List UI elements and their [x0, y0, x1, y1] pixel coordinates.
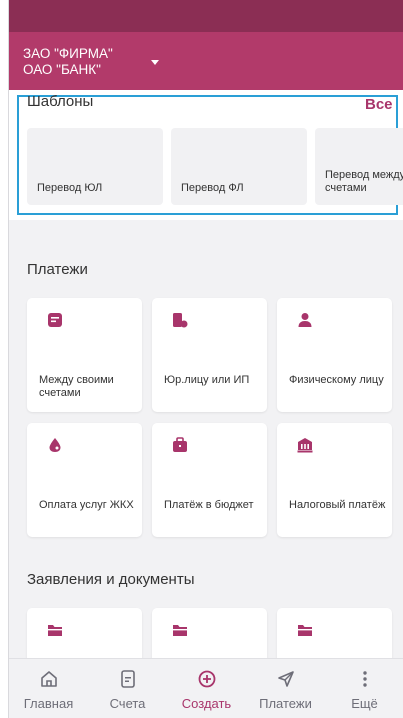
payment-card[interactable]: Между своими счетами	[27, 298, 142, 412]
nav-create[interactable]: Создать	[167, 659, 246, 718]
add-circle-icon	[197, 669, 217, 689]
documents-title: Заявления и документы	[27, 571, 195, 588]
nav-label: Счета	[109, 696, 146, 711]
nav-label: Главная	[23, 696, 74, 711]
template-label: Перевод ФЛ	[181, 182, 244, 194]
payment-label: Между своими счетами	[39, 374, 114, 399]
nav-accounts[interactable]: Счета	[88, 659, 167, 718]
building-icon	[172, 312, 188, 328]
folder-icon	[172, 622, 188, 638]
payment-card[interactable]: Платёж в бюджет	[152, 423, 267, 537]
payment-card[interactable]: Налоговый платёж	[277, 423, 392, 537]
company-name: ЗАО "ФИРМА"	[23, 46, 113, 61]
folder-icon	[297, 622, 313, 638]
payment-card[interactable]: Юр.лицу или ИП	[152, 298, 267, 412]
home-icon	[39, 669, 59, 689]
bank-name: ОАО "БАНК"	[23, 62, 101, 77]
send-icon	[276, 669, 296, 689]
chevron-down-icon[interactable]	[151, 60, 159, 65]
nav-label: Платежи	[259, 696, 312, 711]
document-icon	[47, 312, 63, 328]
payment-label: Физическому лицу	[289, 374, 384, 386]
briefcase-icon	[172, 437, 188, 453]
phone-screen: ЗАО "ФИРМА" ОАО "БАНК" Шаблоны Все Перев…	[8, 0, 403, 718]
nav-home[interactable]: Главная	[9, 659, 88, 718]
status-bar	[9, 0, 403, 32]
bottom-navigation: Главная Счета Создать Платежи Ещё	[9, 658, 403, 718]
bank-icon	[297, 437, 313, 453]
templates-all-link[interactable]: Все	[365, 96, 393, 113]
nav-payments[interactable]: Платежи	[246, 659, 325, 718]
template-label: Перевод ЮЛ	[37, 182, 103, 194]
payment-card[interactable]: Оплата услуг ЖКХ	[27, 423, 142, 537]
payment-label: Оплата услуг ЖКХ	[39, 499, 134, 511]
company-selector[interactable]: ЗАО "ФИРМА" ОАО "БАНК"	[23, 46, 113, 78]
nav-more[interactable]: Ещё	[325, 659, 403, 718]
account-icon	[118, 669, 138, 689]
payment-label: Платёж в бюджет	[164, 499, 254, 511]
template-label: Перевод между счетами	[325, 169, 403, 194]
nav-label: Ещё	[351, 696, 378, 711]
payment-label: Юр.лицу или ИП	[164, 374, 250, 386]
nav-label: Создать	[181, 696, 232, 711]
folder-icon	[47, 622, 63, 638]
template-card[interactable]: Перевод между счетами	[315, 128, 403, 205]
drop-icon	[47, 437, 63, 453]
payment-card[interactable]: Физическому лицу	[277, 298, 392, 412]
payments-title: Платежи	[27, 261, 88, 278]
app-header: ЗАО "ФИРМА" ОАО "БАНК"	[9, 32, 403, 90]
template-card[interactable]: Перевод ФЛ	[171, 128, 307, 205]
templates-title: Шаблоны	[27, 93, 94, 110]
template-card[interactable]: Перевод ЮЛ	[27, 128, 163, 205]
more-vertical-icon	[355, 669, 375, 689]
payment-label: Налоговый платёж	[289, 499, 386, 511]
person-icon	[297, 312, 313, 328]
